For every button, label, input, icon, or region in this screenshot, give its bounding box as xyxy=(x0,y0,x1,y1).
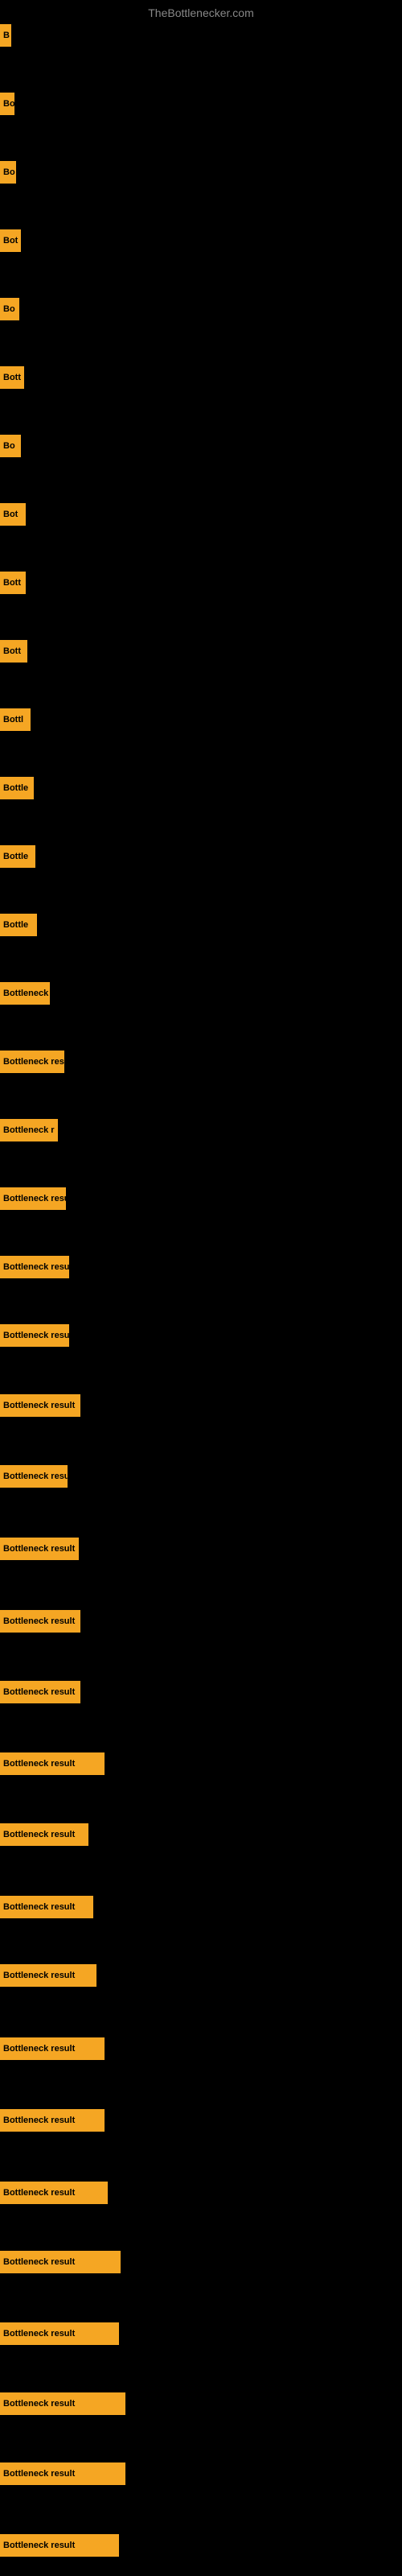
bar-label: Bottleneck result xyxy=(3,2257,75,2267)
bar-item: Bott xyxy=(0,366,24,389)
bar-item: Bottleneck result xyxy=(0,1964,96,1987)
bar-item: Bottleneck result xyxy=(0,2462,125,2485)
bar-label: Bottleneck result xyxy=(3,1194,66,1203)
bar-label: Bottle xyxy=(3,920,28,930)
bar-item: Bottleneck result xyxy=(0,1394,80,1417)
bar-label: Bottleneck result xyxy=(3,1971,75,1980)
bar-label: Bottleneck result xyxy=(3,1687,75,1697)
bar-label: Bott xyxy=(3,578,21,588)
bar-label: Bottl xyxy=(3,715,23,724)
bar-label: Bottleneck result xyxy=(3,1544,75,1554)
bar-label: Bott xyxy=(3,373,21,382)
bar-item: Bottleneck result xyxy=(0,1896,93,1918)
bar-label: B xyxy=(3,31,10,40)
bar-label: Bott xyxy=(3,646,21,656)
bar-item: Bottleneck result xyxy=(0,2037,105,2060)
bar-label: Bottleneck result xyxy=(3,1262,69,1272)
bar-label: Bo xyxy=(3,167,15,177)
bar-item: Bottleneck result xyxy=(0,1256,69,1278)
bar-label: Bottleneck resu xyxy=(3,1472,68,1481)
bar-item: Bottleneck result xyxy=(0,1538,79,1560)
bar-item: Bottle xyxy=(0,777,34,799)
bar-label: Bottleneck result xyxy=(3,2116,75,2125)
bar-label: Bot xyxy=(3,510,18,519)
bar-item: Bottleneck result xyxy=(0,1823,88,1846)
bar-item: Bottleneck xyxy=(0,982,50,1005)
bar-label: Bottleneck result xyxy=(3,2329,75,2339)
bar-item: Bottleneck result xyxy=(0,2534,119,2557)
bar-label: Bottleneck resu xyxy=(3,1057,64,1067)
bar-label: Bottleneck result xyxy=(3,2541,75,2550)
bar-item: Bottleneck result xyxy=(0,2392,125,2415)
bar-item: Bott xyxy=(0,640,27,663)
bar-item: Bo xyxy=(0,161,16,184)
bar-label: Bottleneck r xyxy=(3,1125,55,1135)
bar-label: Bo xyxy=(3,441,15,451)
bar-label: Bottleneck result xyxy=(3,1616,75,1626)
bar-label: Bo xyxy=(3,99,14,109)
bar-item: Bottleneck resu xyxy=(0,1465,68,1488)
bar-label: Bottleneck result xyxy=(3,2399,75,2409)
bar-item: Bottleneck result xyxy=(0,2109,105,2132)
bar-label: Bottleneck xyxy=(3,989,48,998)
bar-item: Bottleneck result xyxy=(0,1681,80,1703)
bar-item: Bottleneck result xyxy=(0,2322,119,2345)
bar-label: Bottleneck result xyxy=(3,2469,75,2479)
bar-item: Bottle xyxy=(0,914,37,936)
site-title: TheBottlenecker.com xyxy=(0,0,402,23)
bar-label: Bot xyxy=(3,236,18,246)
bar-item: Bott xyxy=(0,572,26,594)
bar-item: Bottl xyxy=(0,708,31,731)
bar-item: Bot xyxy=(0,229,21,252)
bar-item: Bottleneck resu xyxy=(0,1051,64,1073)
bar-label: Bottleneck result xyxy=(3,1401,75,1410)
bar-label: Bottleneck result xyxy=(3,2044,75,2054)
bar-item: Bottleneck result xyxy=(0,2251,121,2273)
bar-item: Bottleneck result xyxy=(0,1324,69,1347)
bar-item: Bottle xyxy=(0,845,35,868)
bar-item: Bottleneck result xyxy=(0,2182,108,2204)
bar-item: Bottleneck result xyxy=(0,1752,105,1775)
bar-item: Bottleneck r xyxy=(0,1119,58,1141)
bar-item: Bot xyxy=(0,503,26,526)
bar-item: Bo xyxy=(0,93,14,115)
bar-label: Bottleneck result xyxy=(3,1331,69,1340)
bar-label: Bottleneck result xyxy=(3,1830,75,1839)
bar-label: Bo xyxy=(3,304,15,314)
bar-item: Bo xyxy=(0,298,19,320)
bar-item: Bottleneck result xyxy=(0,1187,66,1210)
bar-label: Bottle xyxy=(3,852,28,861)
bar-item: Bo xyxy=(0,435,21,457)
bar-label: Bottleneck result xyxy=(3,1759,75,1769)
bar-label: Bottle xyxy=(3,783,28,793)
bar-item: Bottleneck result xyxy=(0,1610,80,1633)
bar-label: Bottleneck result xyxy=(3,1902,75,1912)
bar-item: B xyxy=(0,24,11,47)
bar-label: Bottleneck result xyxy=(3,2188,75,2198)
